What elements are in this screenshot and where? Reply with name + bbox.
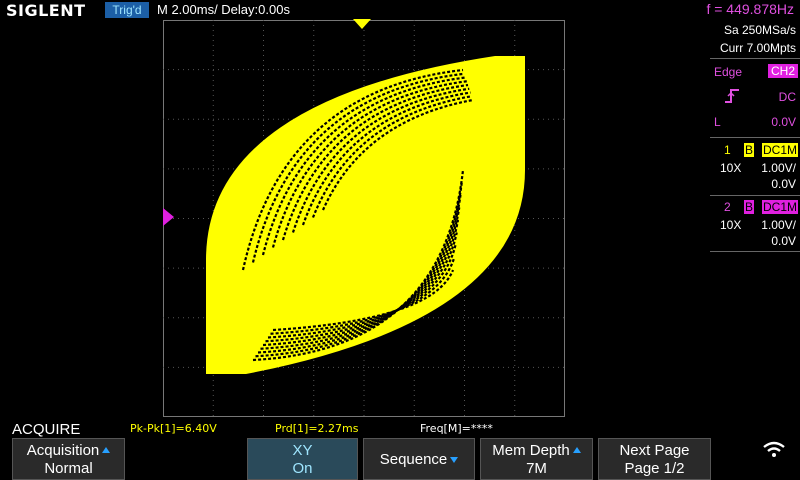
ch2-probe: 10X	[720, 218, 742, 232]
acquisition-softkey-label: Acquisition	[26, 442, 100, 459]
timebase-readout[interactable]: M 2.00ms/ Delay:0.00s	[157, 2, 290, 17]
menu-title: ACQUIRE	[12, 421, 81, 438]
ch1-number: 1	[724, 143, 731, 157]
ch1-scale: 1.00V/	[761, 161, 796, 175]
right-info-panel: Sa 250MSa/s Curr 7.00Mpts Edge CH2 DC L …	[710, 20, 800, 420]
xy-trace	[206, 56, 525, 374]
trigger-level: 0.0V	[771, 115, 796, 129]
rising-edge-icon	[724, 89, 740, 108]
chevron-down-icon	[450, 457, 459, 463]
memory-depth-readout: Curr 7.00Mpts	[719, 41, 796, 55]
measurement-period: Prd[1]=2.27ms	[275, 422, 359, 435]
sample-rate: Sa 250MSa/s	[723, 23, 796, 37]
sequence-softkey-label: Sequence	[379, 451, 448, 468]
trigger-source-badge: CH2	[767, 64, 798, 78]
acquisition-softkey[interactable]: Acquisition Normal	[12, 438, 125, 480]
measurement-pkpk: Pk-Pk[1]=6.40V	[130, 422, 217, 435]
trigger-coupling: DC	[778, 90, 796, 104]
chevron-up-icon	[102, 447, 111, 453]
waveform-display[interactable]	[163, 20, 565, 417]
ch1-panel[interactable]: 1 B DC1M 10X 1.00V/ 0.0V	[710, 140, 800, 192]
sequence-softkey[interactable]: Sequence	[363, 438, 475, 480]
top-status-bar: SIGLENT Trig'd M 2.00ms/ Delay:0.00s f =…	[0, 0, 800, 20]
next-page-softkey[interactable]: Next Page Page 1/2	[598, 438, 711, 480]
next-page-softkey-value: Page 1/2	[624, 460, 685, 477]
xy-softkey[interactable]: XY On	[247, 438, 358, 480]
measurement-frequency: Freq[M]=****	[420, 422, 493, 435]
brand-logo: SIGLENT	[6, 1, 86, 20]
ch2-number: 2	[724, 200, 731, 214]
xy-softkey-value: On	[292, 460, 313, 477]
next-page-softkey-label: Next Page	[619, 442, 690, 459]
ch1-coupling-badge: DC1M	[761, 143, 798, 157]
trigger-position-marker[interactable]	[353, 19, 371, 29]
ch1-bw-limit-badge: B	[744, 143, 755, 157]
chevron-up-icon	[572, 447, 581, 453]
ch2-level-marker[interactable]	[163, 208, 174, 226]
ch1-probe: 10X	[720, 161, 742, 175]
frequency-readout: f = 449.878Hz	[706, 1, 794, 17]
ch2-scale: 1.00V/	[761, 218, 796, 232]
mem-depth-softkey-value: 7M	[526, 460, 547, 477]
ch2-bw-limit-badge: B	[744, 200, 755, 214]
xy-plot	[163, 20, 565, 417]
trigger-type: Edge	[714, 65, 743, 79]
xy-softkey-label: XY	[292, 442, 313, 459]
wifi-icon	[762, 440, 786, 463]
mem-depth-softkey-label: Mem Depth	[492, 442, 570, 459]
mem-depth-softkey[interactable]: Mem Depth 7M	[480, 438, 593, 480]
trigger-level-label: L	[714, 115, 721, 129]
ch1-offset: 0.0V	[771, 177, 796, 191]
trigger-status-badge: Trig'd	[105, 2, 149, 18]
acquisition-softkey-value: Normal	[44, 460, 93, 477]
ch2-offset: 0.0V	[771, 234, 796, 248]
ch2-coupling-badge: DC1M	[761, 200, 798, 214]
ch2-panel[interactable]: 2 B DC1M 10X 1.00V/ 0.0V	[710, 197, 800, 249]
